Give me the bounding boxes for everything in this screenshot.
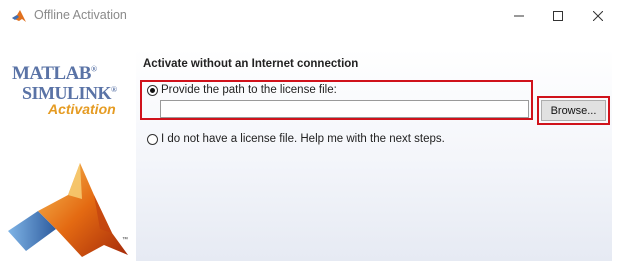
- minimize-button[interactable]: [497, 0, 541, 32]
- page-heading: Activate without an Internet connection: [143, 58, 359, 70]
- title-bar: Offline Activation: [0, 0, 620, 32]
- brand-panel: MATLAB® SIMULINK® Activation ™: [8, 49, 136, 261]
- trademark-symbol: ™: [122, 237, 128, 243]
- close-icon: [593, 11, 603, 21]
- close-button[interactable]: [576, 0, 620, 32]
- maximize-button[interactable]: [536, 0, 580, 32]
- radio-label-no-license-file[interactable]: I do not have a license file. Help me wi…: [161, 133, 445, 145]
- browse-button[interactable]: Browse...: [541, 100, 606, 121]
- product-logo: MATLAB® SIMULINK® Activation: [8, 55, 136, 117]
- license-path-input[interactable]: [160, 100, 529, 118]
- brand-matlab: MATLAB®: [12, 63, 97, 84]
- maximize-icon: [553, 11, 563, 21]
- minimize-icon: [514, 15, 524, 17]
- matlab-membrane-logo: [8, 163, 128, 257]
- radio-no-license-file[interactable]: [147, 134, 158, 145]
- radio-label-provide-license-path[interactable]: Provide the path to the license file:: [161, 84, 337, 96]
- brand-activation-subtitle: Activation: [48, 101, 116, 117]
- radio-provide-license-path[interactable]: [147, 85, 158, 96]
- window-title: Offline Activation: [34, 8, 127, 22]
- matlab-logo-icon: [12, 10, 26, 22]
